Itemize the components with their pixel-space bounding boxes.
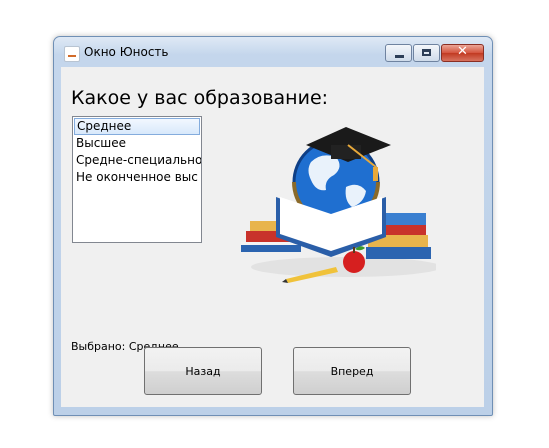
window-title: Окно Юность — [84, 45, 169, 59]
list-item[interactable]: Средне-специальное — [73, 152, 201, 169]
close-button[interactable]: ✕ — [441, 44, 484, 62]
title-bar[interactable]: Окно Юность ✕ — [54, 37, 492, 67]
list-item[interactable]: Высшее — [73, 135, 201, 152]
list-item[interactable]: Не оконченное выс — [73, 169, 201, 186]
close-icon: ✕ — [457, 44, 468, 59]
education-illustration-icon — [241, 127, 436, 283]
question-label: Какое у вас образование: — [71, 87, 329, 109]
maximize-button[interactable] — [413, 44, 440, 62]
education-listbox[interactable]: Среднее Высшее Средне-специальное Не око… — [72, 116, 202, 243]
maximize-icon — [422, 49, 431, 56]
app-window: Окно Юность ✕ Какое у вас образование: С… — [53, 36, 493, 416]
minimize-icon — [395, 55, 404, 58]
list-item[interactable]: Среднее — [74, 118, 200, 135]
client-area: Какое у вас образование: Среднее Высшее … — [61, 67, 484, 407]
app-icon — [64, 46, 80, 62]
next-button[interactable]: Вперед — [293, 347, 411, 395]
back-button[interactable]: Назад — [144, 347, 262, 395]
minimize-button[interactable] — [385, 44, 412, 62]
